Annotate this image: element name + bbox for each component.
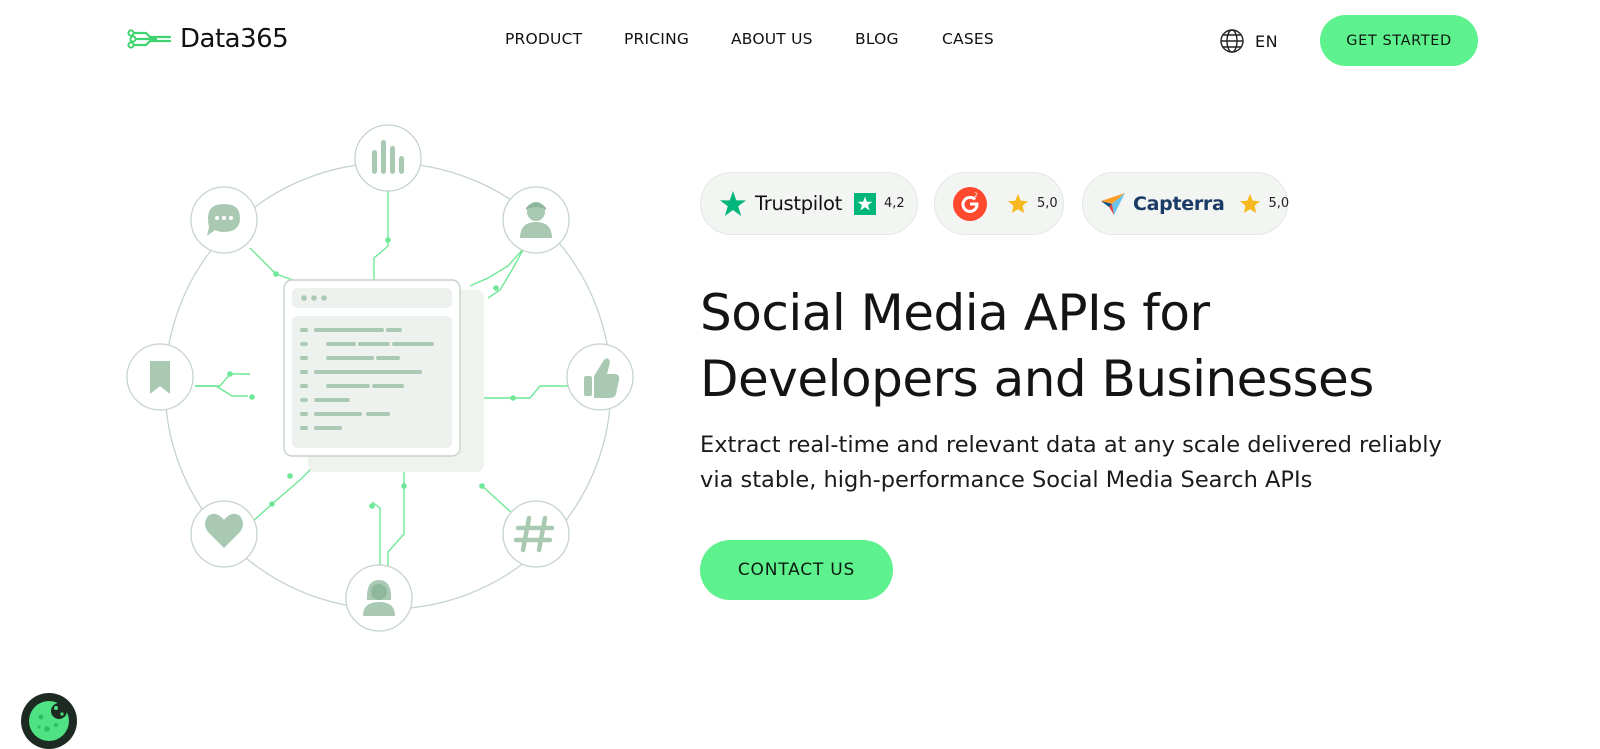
- hero-title: Social Media APIs for Developers and Bus…: [700, 280, 1520, 412]
- language-label: EN: [1255, 31, 1279, 51]
- nav-product[interactable]: PRODUCT: [505, 30, 582, 48]
- g2-score: 5,0: [1037, 196, 1058, 211]
- capterra-score: 5,0: [1268, 196, 1290, 211]
- globe-icon: [1220, 29, 1244, 53]
- hero-subtitle-line-2: via stable, high-performance Social Medi…: [700, 467, 1313, 493]
- rating-capterra[interactable]: Capterra 5,0: [1082, 172, 1290, 235]
- capterra-label: Capterra: [1133, 192, 1225, 215]
- star-icon: [1008, 194, 1028, 213]
- cookie-icon: [29, 701, 69, 741]
- hero-subtitle: Extract real-time and relevant data at a…: [700, 428, 1520, 498]
- site-header: Data365 PRODUCT PRICING ABOUT US BLOG CA…: [0, 0, 1600, 80]
- get-started-button[interactable]: GET STARTED: [1320, 15, 1478, 66]
- trustpilot-score: 4,2: [884, 196, 905, 211]
- svg-text:2: 2: [974, 192, 978, 199]
- rating-g2[interactable]: 2 5,0: [934, 172, 1064, 235]
- g2-logo-icon: 2: [953, 186, 987, 221]
- capterra-logo-icon: [1101, 192, 1125, 215]
- nav-pricing[interactable]: PRICING: [624, 30, 689, 48]
- contact-us-button[interactable]: CONTACT US: [700, 540, 893, 600]
- browser-window: [283, 279, 484, 472]
- hero-subtitle-line-1: Extract real-time and relevant data at a…: [700, 432, 1442, 458]
- nav-about-us[interactable]: ABOUT US: [731, 30, 813, 48]
- trustpilot-star-icon: [720, 191, 746, 216]
- nav-cases[interactable]: CASES: [942, 30, 994, 48]
- cookie-settings-button[interactable]: [21, 693, 77, 749]
- trustpilot-badge-icon: [854, 192, 877, 215]
- hero-title-line-2: Developers and Businesses: [700, 350, 1374, 408]
- rating-trustpilot[interactable]: Trustpilot 4,2: [700, 172, 918, 235]
- language-selector[interactable]: EN: [1219, 28, 1278, 54]
- trustpilot-label: Trustpilot: [755, 192, 843, 215]
- nav-blog[interactable]: BLOG: [855, 30, 899, 48]
- star-icon: [1239, 194, 1260, 213]
- hero-title-line-1: Social Media APIs for: [700, 284, 1210, 342]
- social-network-illustration: [126, 124, 634, 632]
